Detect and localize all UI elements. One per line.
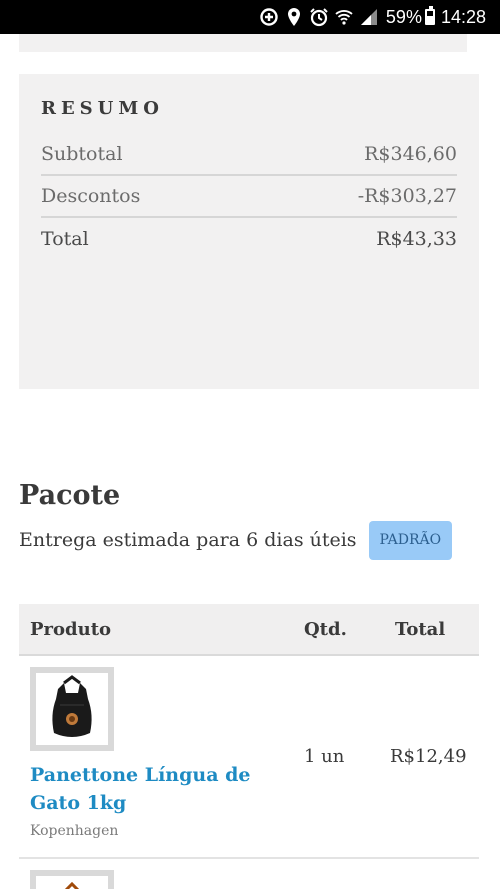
data-saver-icon: [258, 6, 280, 28]
product-image: [36, 876, 108, 889]
shipping-type-badge: PADRÃO: [368, 520, 453, 560]
delivery-estimate: Entrega estimada para 6 dias úteis PADRÃ…: [19, 520, 453, 560]
signal-icon: [358, 6, 380, 28]
battery-icon: [424, 6, 435, 25]
package-title: Pacote: [19, 480, 121, 511]
product-cell: Panettone Língua de Gato 1kg Kopenhagen: [19, 656, 293, 857]
total-cell: R$12,49: [390, 746, 467, 767]
product-brand: Kopenhagen: [30, 823, 119, 839]
header-qty: Qtd.: [304, 618, 347, 640]
battery-percent: 59%: [385, 6, 422, 27]
location-icon: [283, 6, 305, 28]
qty-cell: 1 un: [304, 746, 345, 767]
summary-label: Subtotal: [41, 143, 123, 165]
status-bar: 59% 14:28: [0, 0, 500, 34]
wifi-icon: [333, 6, 355, 28]
summary-title: RESUMO: [41, 98, 164, 119]
summary-label: Descontos: [41, 185, 141, 207]
product-thumbnail[interactable]: [30, 667, 114, 751]
header-product: Produto: [30, 618, 112, 640]
product-thumbnail[interactable]: [30, 870, 114, 889]
product-image: [36, 673, 108, 745]
clock: 14:28: [440, 6, 486, 27]
summary-label: Total: [41, 228, 89, 250]
summary-row-total: Total R$43,33: [41, 218, 457, 260]
table-row: Panettone Língua de Gato 1kg Kopenhagen …: [19, 656, 479, 859]
table-row: [19, 859, 479, 889]
summary-value: -R$303,27: [357, 185, 457, 207]
summary-value: R$346,60: [364, 143, 457, 165]
summary-value: R$43,33: [376, 228, 457, 250]
header-total: Total: [395, 618, 446, 640]
table-header: Produto Qtd. Total: [19, 604, 479, 656]
summary-row-discounts: Descontos -R$303,27: [41, 176, 457, 218]
alarm-icon: [308, 6, 330, 28]
product-name-link[interactable]: Panettone Língua de Gato 1kg: [30, 761, 293, 817]
delivery-text: Entrega estimada para 6 dias úteis: [19, 529, 357, 551]
previous-card: [19, 34, 467, 52]
products-table: Produto Qtd. Total Panettone Língua de G…: [19, 604, 479, 889]
order-summary: RESUMO Subtotal R$346,60 Descontos -R$30…: [19, 74, 479, 389]
summary-row-subtotal: Subtotal R$346,60: [41, 134, 457, 176]
